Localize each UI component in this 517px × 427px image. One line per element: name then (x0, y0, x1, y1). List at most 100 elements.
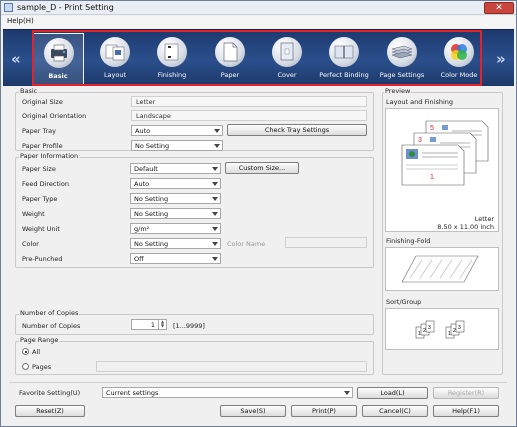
scroll-right-icon[interactable]: » (496, 50, 506, 68)
page-range-pages-radio[interactable] (22, 363, 29, 370)
weight-value: No Setting (134, 210, 169, 218)
tab-label: Page Settings (379, 71, 425, 79)
paper-profile-label: Paper Profile (22, 142, 63, 150)
print-button[interactable]: Print(P) (291, 405, 357, 417)
feed-direction-value: Auto (134, 180, 150, 188)
favorite-setting-select[interactable]: Current settings (102, 387, 353, 398)
page-number-1: 1 (430, 174, 434, 181)
paper-info-group-title: Paper Information (19, 152, 80, 160)
paper-type-value: No Setting (134, 195, 169, 203)
tab-color-mode[interactable]: Color Mode (433, 33, 485, 85)
paper-size-value: Default (134, 165, 158, 173)
tab-label: Finishing (157, 71, 187, 79)
scroll-left-icon[interactable]: « (11, 50, 21, 68)
page-settings-icon (387, 37, 417, 67)
feed-direction-select[interactable]: Auto (130, 178, 221, 189)
cancel-button[interactable]: Cancel(C) (362, 405, 428, 417)
chevron-down-icon (214, 144, 220, 148)
paper-icon (215, 37, 245, 67)
color-mode-icon (444, 37, 474, 67)
color-value: No Setting (134, 240, 169, 248)
print-setting-window: sample_D - Print Setting ✕ Help(H) « » B… (0, 0, 517, 427)
tab-label: Perfect Binding (319, 71, 369, 79)
original-size-label: Original Size (22, 98, 63, 106)
basic-group-title: Basic (19, 87, 39, 95)
tab-label: Layout (103, 71, 127, 79)
chevron-down-icon (214, 129, 220, 133)
sort-digit: 2 (423, 328, 426, 334)
check-tray-settings-button[interactable]: Check Tray Settings (227, 124, 367, 136)
original-size-value: Letter (131, 96, 367, 107)
tab-page-settings[interactable]: Page Settings (376, 33, 428, 85)
page-range-all-radio[interactable] (22, 348, 29, 355)
paper-size-select[interactable]: Default (130, 163, 221, 174)
copies-stepper[interactable]: 1 ▲ ▼ (131, 319, 167, 330)
paper-profile-value: No Setting (135, 142, 170, 150)
tab-paper[interactable]: Paper (204, 33, 256, 85)
weight-select[interactable]: No Setting (130, 208, 221, 219)
sort-digit: 3 (428, 325, 431, 331)
copies-value: 1 (150, 321, 155, 329)
weight-unit-select[interactable]: g/m² (130, 223, 221, 234)
chevron-down-icon (212, 242, 218, 246)
preview-group-title: Preview (384, 87, 412, 95)
title-bar: sample_D - Print Setting ✕ (1, 1, 516, 15)
paper-size-label: Paper Size (22, 165, 56, 173)
close-button[interactable]: ✕ (484, 2, 514, 14)
tab-label: Basic (48, 72, 68, 80)
layout-preview: 5 3 1 Letter 8.50 x 11.00 inch (385, 108, 499, 232)
tab-finishing[interactable]: Finishing (146, 33, 198, 85)
tab-toolbar: « » Basic Layout Finishing Paper Cover P… (3, 29, 514, 86)
paper-profile-select[interactable]: No Setting (131, 140, 223, 151)
preview-paper-dims: 8.50 x 11.00 inch (437, 223, 494, 231)
load-button[interactable]: Load(L) (357, 387, 428, 399)
sort-digit: 2 (453, 328, 456, 334)
page-number-5: 5 (430, 125, 434, 132)
save-button[interactable]: Save(S) (220, 405, 286, 417)
app-icon (4, 3, 13, 12)
paper-type-select[interactable]: No Setting (130, 193, 221, 204)
basic-icon (44, 38, 74, 68)
prepunched-value: Off (134, 255, 144, 263)
chevron-down-icon (212, 227, 218, 231)
page-number-3: 3 (418, 137, 422, 144)
paper-tray-select[interactable]: Auto (131, 125, 223, 136)
chevron-down-icon (212, 167, 218, 171)
prepunched-select[interactable]: Off (130, 253, 221, 264)
tab-cover[interactable]: Cover (261, 33, 313, 85)
tab-label: Cover (277, 71, 297, 79)
reset-button[interactable]: Reset(Z) (15, 405, 85, 417)
help-button[interactable]: Help(F1) (433, 405, 499, 417)
paper-type-label: Paper Type (22, 195, 58, 203)
tab-label: Paper (220, 71, 240, 79)
chevron-down-icon (344, 391, 350, 395)
favorite-setting-value: Current settings (106, 389, 159, 397)
stacked-pages-icon: 5 3 1 (401, 120, 489, 186)
color-select[interactable]: No Setting (130, 238, 221, 249)
chevron-down-icon (212, 257, 218, 261)
register-button: Register(R) (433, 387, 499, 399)
page-range-pages-label: Pages (32, 363, 52, 371)
divider (9, 382, 507, 383)
weight-unit-value: g/m² (134, 225, 150, 233)
finishing-fold-title: Finishing-Fold (386, 237, 431, 245)
copies-group-title: Number of Copies (19, 309, 80, 317)
tab-layout[interactable]: Layout (89, 33, 141, 85)
custom-size-button[interactable]: Custom Size... (225, 162, 299, 174)
stepper-arrows-icon[interactable]: ▲ ▼ (158, 320, 166, 329)
page-range-pages-input (96, 361, 367, 372)
sort-sets-icon: 1 2 3 1 2 3 (415, 320, 465, 339)
color-name-field (285, 237, 367, 248)
menu-help[interactable]: Help(H) (7, 17, 34, 25)
favorite-setting-label: Favorite Setting(U) (19, 389, 81, 397)
tab-basic[interactable]: Basic (32, 33, 84, 85)
tab-perfect-binding[interactable]: Perfect Binding (318, 33, 370, 85)
page-range-group-title: Page Range (19, 336, 60, 344)
layout-icon (100, 37, 130, 67)
sort-digit: 1 (418, 331, 421, 337)
page-range-all-label: All (32, 348, 41, 356)
feed-direction-label: Feed Direction (22, 180, 69, 188)
color-name-label: Color Name (227, 240, 266, 248)
fold-sheet-icon (401, 255, 479, 283)
tab-label: Color Mode (440, 71, 478, 79)
